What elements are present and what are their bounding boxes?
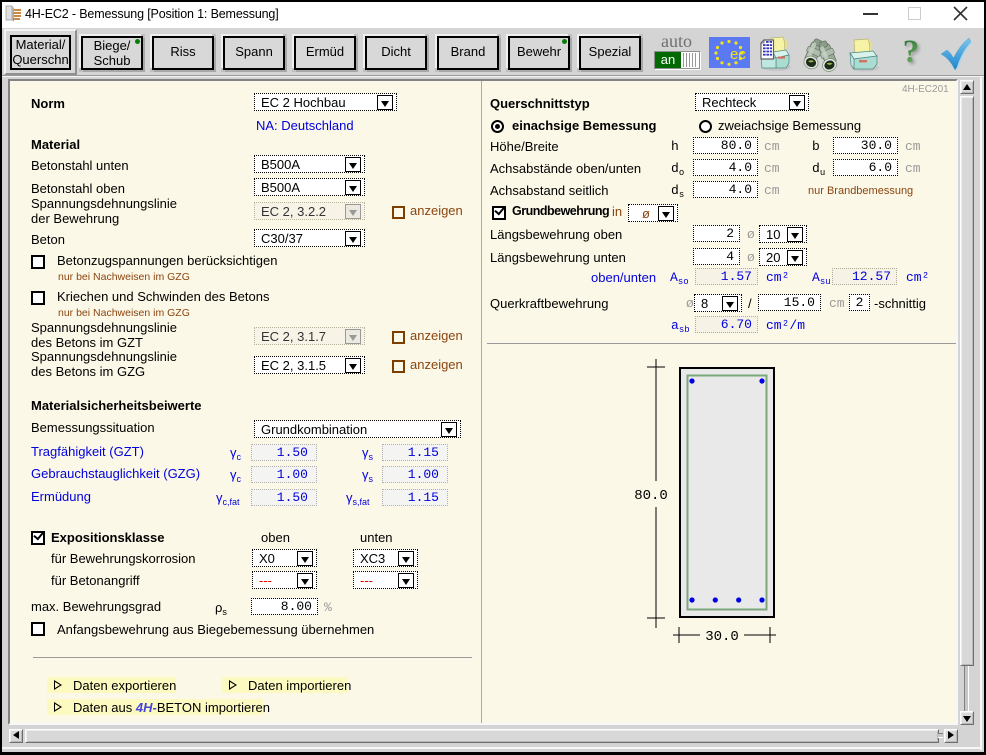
svg-text:30.0: 30.0: [705, 629, 739, 645]
svg-text:ec: ec: [730, 46, 746, 63]
svg-text:?: ?: [903, 35, 920, 70]
svg-text:80.0: 80.0: [634, 488, 668, 504]
